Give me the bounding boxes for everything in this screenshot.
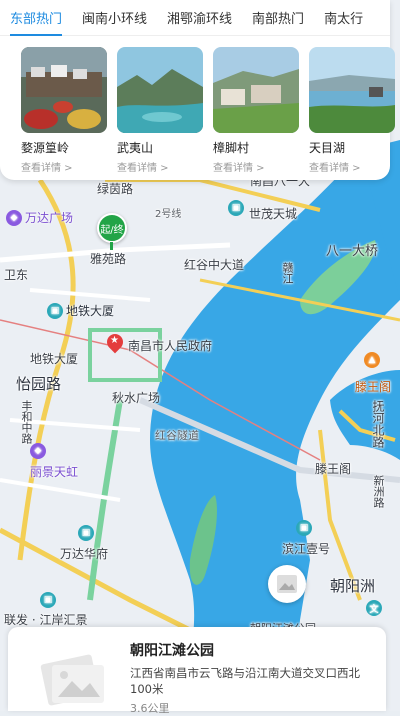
destination-name: 樟脚村 — [213, 141, 250, 155]
map-label-honggu-tunnel: 红谷隧道 — [155, 429, 199, 442]
destination-photo — [213, 47, 299, 133]
destination-card[interactable]: 婺源篁岭 查看详情 > — [21, 47, 107, 174]
tab-south-hot[interactable]: 南部热门 — [252, 0, 304, 35]
map-label-binjiang: 滨江壹号 — [282, 542, 331, 556]
destination-card[interactable]: 武夷山 查看详情 > — [117, 47, 203, 174]
poi-metro-building-1[interactable]: ▣ 地铁大厦 — [47, 302, 114, 319]
map-label-shimao: 世茂天城 — [249, 207, 298, 221]
map-label-metro-building-2: 地铁大厦 — [30, 352, 79, 366]
map-label-tengwangge-2: 滕王阁 — [315, 462, 352, 476]
map-label-gov[interactable]: 南昌市人民政府 — [128, 337, 212, 354]
start-end-marker[interactable]: 起/终 — [97, 213, 127, 243]
route-tabs: 东部热门 闽南小环线 湘鄂渝环线 南部热门 南太行 — [0, 0, 390, 36]
map-label-fuhebeilu: 抚河北路 — [371, 400, 385, 448]
building-icon: ▣ — [296, 520, 312, 536]
map-label-yaxilu: 雅苑路 — [90, 252, 127, 266]
place-title: 朝阳江滩公园 — [130, 643, 214, 659]
selected-place-marker[interactable] — [268, 565, 306, 603]
route-panel: 东部热门 闽南小环线 湘鄂渝环线 南部热门 南太行 婺源篁岭 查看详情 > 武夷… — [0, 0, 395, 180]
map-label-tengwangge-1: 滕王阁 — [355, 380, 392, 394]
poi-shimao[interactable]: ▣ — [228, 200, 244, 216]
building-icon: ▣ — [78, 525, 94, 541]
poi-tengwangge-1[interactable]: ▲ — [364, 352, 380, 368]
poi-lianfa[interactable]: ▣ — [40, 592, 56, 608]
poi-binjiang[interactable]: ▣ — [296, 520, 312, 536]
map-label-fenghe: 丰和中路 — [20, 400, 33, 444]
place-photo-placeholder — [38, 649, 108, 707]
place-info-card[interactable]: 朝阳江滩公园 江西省南昌市云飞路与沿江南大道交叉口西北100米 3.6公里 — [8, 627, 386, 715]
poi-cultural[interactable]: 文 — [366, 600, 382, 616]
destination-photo — [21, 47, 107, 133]
tab-minnan-loop[interactable]: 闽南小环线 — [82, 0, 147, 35]
poi-lijing[interactable]: ◆ — [30, 443, 46, 459]
image-placeholder-icon — [40, 654, 104, 706]
view-details-link[interactable]: 查看详情 > — [21, 159, 107, 174]
map-label-bayidaqiao: 八一大桥 — [326, 244, 379, 259]
star-icon: ★ — [110, 335, 119, 346]
map-label-yiyuanlu: 怡园路 — [16, 375, 62, 393]
poi-metro-building-1-label: 地铁大厦 — [66, 304, 115, 318]
map-label-wanda-huafu: 万达华府 — [60, 547, 109, 561]
poi-wanda-label: 万达广场 — [25, 211, 74, 225]
landmark-icon: ▲ — [364, 352, 380, 368]
place-distance: 3.6公里 — [130, 702, 170, 715]
building-icon: ▣ — [47, 302, 63, 319]
building-icon: ▣ — [228, 200, 244, 216]
destination-name: 婺源篁岭 — [21, 141, 70, 155]
tab-east-hot[interactable]: 东部热门 — [10, 0, 63, 36]
map-label-chaoyangzhou: 朝阳洲 — [330, 577, 376, 595]
destination-name: 武夷山 — [117, 141, 154, 155]
poi-wanda-plaza[interactable]: ◆ 万达广场 — [6, 209, 73, 226]
shopping-icon: ◆ — [6, 209, 22, 226]
map-label-lvyinlu: 绿茵路 — [97, 182, 134, 196]
map-label-weidong: 卫东 — [4, 268, 29, 282]
view-details-link[interactable]: 查看详情 > — [309, 159, 395, 174]
place-address: 江西省南昌市云飞路与沿江南大道交叉口西北100米 — [130, 666, 360, 696]
image-icon — [277, 575, 297, 593]
map-label-lijing: 丽景天虹 — [30, 465, 79, 479]
map-label-ganjiang: 赣江 — [281, 262, 294, 284]
map-label-lianfa: 联发 · 江岸汇景 — [4, 613, 88, 627]
destination-cards: 婺源篁岭 查看详情 > 武夷山 查看详情 > 樟脚村 查看详情 > 天目湖 查看… — [0, 36, 395, 174]
destination-photo — [309, 47, 395, 133]
destination-photo — [117, 47, 203, 133]
shopping-icon: ◆ — [30, 443, 46, 459]
view-details-link[interactable]: 查看详情 > — [117, 159, 203, 174]
start-marker-tail — [110, 242, 113, 250]
culture-icon: 文 — [366, 600, 382, 616]
view-details-link[interactable]: 查看详情 > — [213, 159, 299, 174]
poi-wanda-huafu[interactable]: ▣ — [78, 525, 94, 541]
map-label-qiushui: 秋水广场 — [112, 391, 161, 405]
map-label-honggu-avenue: 红谷中大道 — [184, 258, 245, 272]
tab-south-taihang[interactable]: 南太行 — [324, 0, 363, 35]
destination-card[interactable]: 樟脚村 查看详情 > — [213, 47, 299, 174]
tab-xiang-e-yu-loop[interactable]: 湘鄂渝环线 — [167, 0, 232, 35]
destination-card[interactable]: 天目湖 查看详情 > — [309, 47, 395, 174]
destination-name: 天目湖 — [309, 141, 346, 155]
map-label-line2: 2号线 — [155, 209, 182, 220]
building-icon: ▣ — [40, 592, 56, 608]
map-label-xinzhoulu: 新洲路 — [372, 475, 385, 508]
